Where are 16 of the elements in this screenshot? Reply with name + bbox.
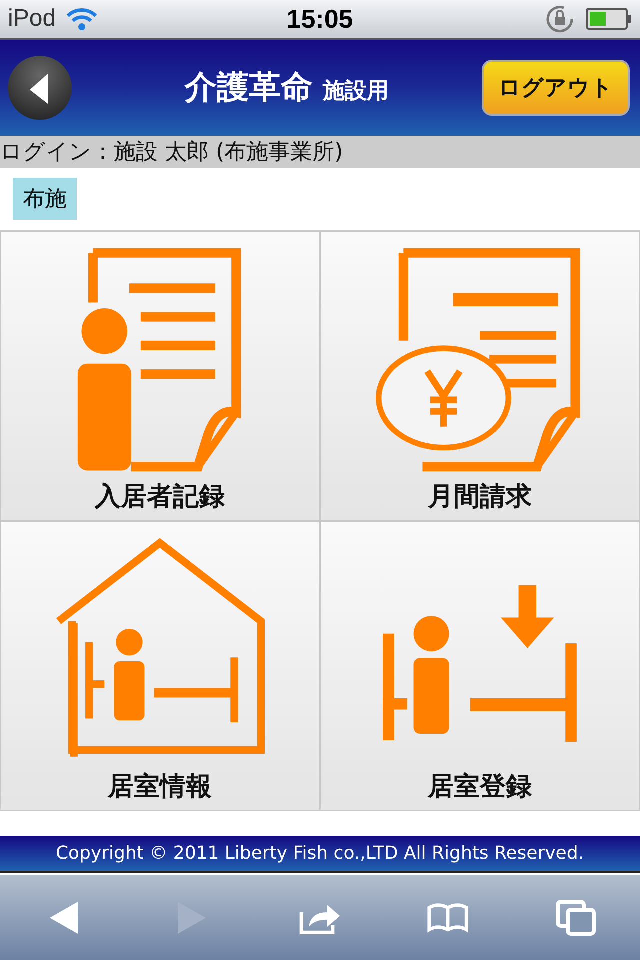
copyright-text: Copyright © 2011 Liberty Fish co.,LTD All Rights Reserved.	[56, 843, 584, 864]
app-title: 介護革命	[185, 67, 313, 108]
pages-icon[interactable]	[554, 898, 598, 938]
clock-time: 15:05	[286, 4, 354, 34]
menu-tile[interactable]: 入居者記録	[0, 231, 320, 521]
logout-button[interactable]: ログアウト	[482, 60, 630, 116]
menu-tile[interactable]: 居室情報	[0, 521, 320, 811]
wifi-icon	[66, 7, 98, 31]
app-subtitle: 施設用	[323, 78, 389, 106]
menu-tile[interactable]: 居室登録	[320, 521, 640, 811]
battery-icon	[586, 7, 632, 31]
login-info: ログイン：施設 太郎 (布施事業所)	[0, 139, 344, 167]
menu-tile[interactable]: 月間請求	[320, 231, 640, 521]
carrier-name: iPod	[8, 5, 56, 33]
office-tag: 布施	[13, 178, 77, 220]
rotation-lock-icon	[544, 3, 576, 35]
